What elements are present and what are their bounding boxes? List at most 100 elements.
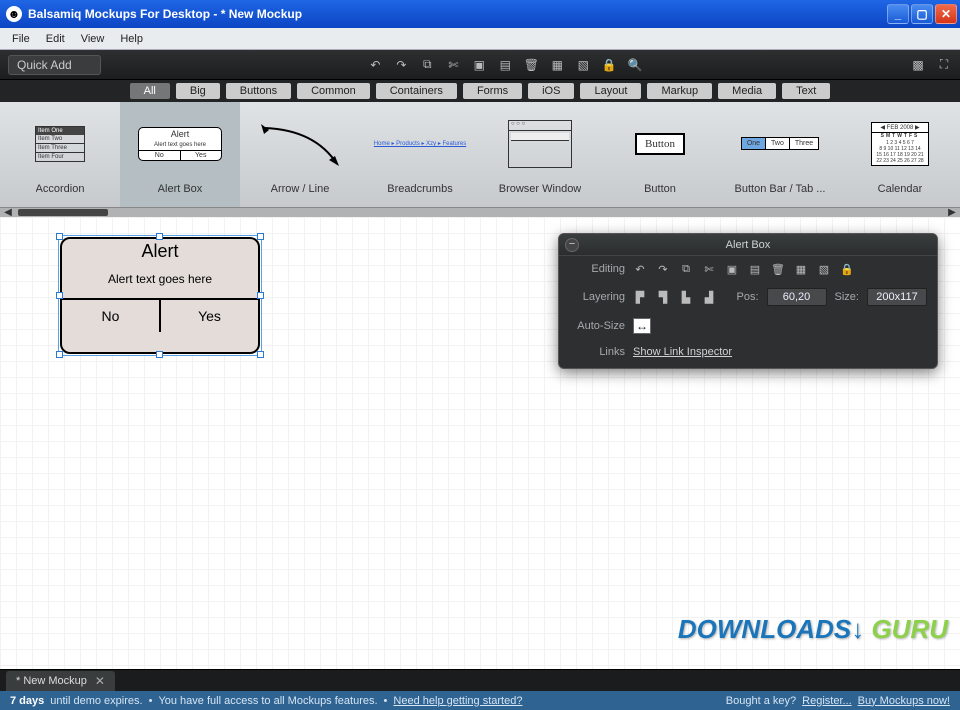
menu-help[interactable]: Help [114,31,149,47]
lib-item-buttonbar[interactable]: One Two Three Button Bar / Tab ... [720,102,840,207]
bring-front-icon[interactable]: ▦ [549,57,565,73]
resize-handle-e[interactable] [257,292,264,299]
delete-icon[interactable]: 🗑 [771,262,785,276]
lib-label: Button Bar / Tab ... [735,183,826,195]
alert-body: Alert text goes here [62,262,258,298]
tab-label: * New Mockup [16,675,87,687]
ungroup-icon[interactable]: ▧ [817,262,831,276]
lib-label: Breadcrumbs [387,183,452,195]
inspector-title: Alert Box [726,239,771,251]
lib-item-browser[interactable]: ○ ○ ○ Browser Window [480,102,600,207]
send-back-icon[interactable]: ▧ [575,57,591,73]
redo-icon[interactable]: ↷ [393,57,409,73]
resize-handle-w[interactable] [56,292,63,299]
tab-markup[interactable]: Markup [647,83,712,99]
lib-item-breadcrumbs[interactable]: Home ▸ Products ▸ Xzy ▸ Features Breadcr… [360,102,480,207]
bought-text: Bought a key? [726,695,796,707]
lib-item-calendar[interactable]: ◀ FEB 2008 ▶ SMTWTFS 1 2 3 4 5 6 78 9 10… [840,102,960,207]
alert-yes-button[interactable]: Yes [161,300,258,332]
editing-label: Editing [569,263,625,275]
lib-label: Calendar [878,183,923,195]
autosize-button[interactable]: ↔ [633,318,651,334]
tab-close-icon[interactable]: ✕ [95,674,105,688]
lock-icon[interactable]: 🔒 [601,57,617,73]
help-link[interactable]: Need help getting started? [393,695,522,707]
resize-handle-se[interactable] [257,351,264,358]
property-inspector[interactable]: − Alert Box Editing ↶ ↷ ⧉ ✄ ▣ ▤ 🗑 ▦ ▧ 🔒 … [558,233,938,369]
buy-link[interactable]: Buy Mockups now! [858,695,950,707]
lib-item-alertbox[interactable]: Alert Alert text goes here No Yes Alert … [120,102,240,207]
undo-icon[interactable]: ↶ [367,57,383,73]
alert-no-button[interactable]: No [62,300,161,332]
lib-item-accordion[interactable]: Item One Item Two Item Three Item Four A… [0,102,120,207]
bring-front-icon[interactable]: ▜ [656,290,670,304]
search-icon[interactable]: 🔍 [627,57,643,73]
duplicate-icon[interactable]: ▤ [497,57,513,73]
lock-icon[interactable]: 🔒 [840,262,854,276]
redo-icon[interactable]: ↷ [656,262,670,276]
scroll-thumb[interactable] [18,209,108,216]
tab-big[interactable]: Big [176,83,220,99]
paste-icon[interactable]: ▣ [471,57,487,73]
resize-handle-s[interactable] [156,351,163,358]
tab-forms[interactable]: Forms [463,83,522,99]
cut-icon[interactable]: ✄ [445,57,461,73]
layering-label: Layering [569,291,625,303]
menu-view[interactable]: View [75,31,111,47]
resize-handle-sw[interactable] [56,351,63,358]
paste-icon[interactable]: ▣ [725,262,739,276]
group-icon[interactable]: ▦ [794,262,808,276]
size-field[interactable]: 200x117 [867,288,927,306]
menu-edit[interactable]: Edit [40,31,71,47]
show-link-inspector[interactable]: Show Link Inspector [633,346,732,358]
lib-label: Alert Box [158,183,203,195]
cut-icon[interactable]: ✄ [702,262,716,276]
delete-icon[interactable]: 🗑 [523,57,539,73]
tab-common[interactable]: Common [297,83,370,99]
inspector-titlebar[interactable]: − Alert Box [559,234,937,256]
dot: • [384,695,388,707]
register-link[interactable]: Register... [802,695,852,707]
bring-forward-icon[interactable]: ▛ [633,290,647,304]
tab-text[interactable]: Text [782,83,830,99]
tab-buttons[interactable]: Buttons [226,83,291,99]
resize-handle-n[interactable] [156,233,163,240]
send-backward-icon[interactable]: ▙ [679,290,693,304]
library-scrollbar[interactable]: ◀ ▶ [0,207,960,217]
tab-ios[interactable]: iOS [528,83,574,99]
menu-file[interactable]: File [6,31,36,47]
lib-item-arrow[interactable]: Arrow / Line [240,102,360,207]
tab-all[interactable]: All [130,83,170,99]
maximize-button[interactable]: ▢ [911,4,933,24]
lib-item-button[interactable]: Button Button [600,102,720,207]
tab-media[interactable]: Media [718,83,776,99]
tab-containers[interactable]: Containers [376,83,457,99]
canvas[interactable]: Alert Alert text goes here No Yes − Aler… [0,217,960,669]
position-field[interactable]: 60,20 [767,288,827,306]
pos-label: Pos: [737,291,759,303]
copy-icon[interactable]: ⧉ [419,57,435,73]
document-tab[interactable]: * New Mockup ✕ [6,671,115,691]
quickadd-field[interactable]: Quick Add [8,55,101,75]
close-button[interactable]: ✕ [935,4,957,24]
fullscreen-icon[interactable]: ⛶ [936,57,952,73]
main-toolbar: Quick Add ↶ ↷ ⧉ ✄ ▣ ▤ 🗑 ▦ ▧ 🔒 🔍 ▩ ⛶ [0,50,960,80]
resize-handle-nw[interactable] [56,233,63,240]
app-icon: ☻ [6,6,22,22]
selected-widget-alertbox[interactable]: Alert Alert text goes here No Yes [60,237,260,354]
collapse-icon[interactable]: − [565,238,579,252]
trial-days: 7 days [10,695,44,707]
grid-toggle-icon[interactable]: ▩ [910,57,926,73]
watermark: DOWNLOADS↓ GURU [678,614,948,645]
undo-icon[interactable]: ↶ [633,262,647,276]
resize-handle-ne[interactable] [257,233,264,240]
tab-layout[interactable]: Layout [580,83,641,99]
component-library: Item One Item Two Item Three Item Four A… [0,102,960,207]
size-label: Size: [835,291,859,303]
send-back-icon[interactable]: ▟ [702,290,716,304]
minimize-button[interactable]: _ [887,4,909,24]
duplicate-icon[interactable]: ▤ [748,262,762,276]
lib-label: Accordion [36,183,85,195]
category-tabs: All Big Buttons Common Containers Forms … [0,80,960,102]
copy-icon[interactable]: ⧉ [679,262,693,276]
